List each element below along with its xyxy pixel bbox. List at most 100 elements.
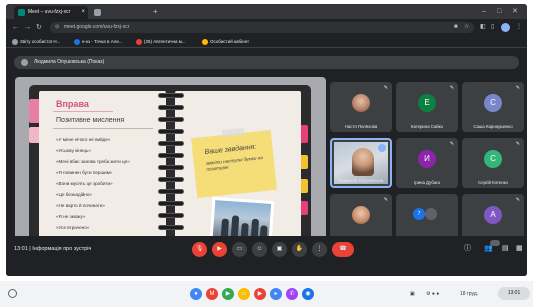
extensions-icon[interactable]: ◧ (480, 22, 486, 33)
participant-avatar: A (484, 206, 502, 224)
bookmark-item[interactable]: е-кз - Точка в Але... (74, 36, 123, 47)
screen-share-tray-icon[interactable]: ▣ (410, 289, 415, 299)
notebook-tab-pink (29, 99, 39, 123)
tab-meet[interactable]: Meet – uvu-fzxj-xcr × (14, 6, 88, 19)
notebook-tab-magenta-2 (301, 201, 308, 215)
sticky-note-body: змініти наступні думки на позитивні (205, 154, 263, 172)
participant-tile[interactable]: ✎ C Сергій Котенко (462, 138, 524, 188)
reload-icon[interactable]: ↻ (36, 22, 42, 33)
mic-muted-icon: ✎ (515, 141, 520, 147)
info-icon[interactable]: ⓘ (464, 244, 471, 254)
bookmark-favicon-icon (136, 39, 142, 45)
participant-avatar: C (484, 150, 502, 168)
participant-tile-speaking[interactable]: Людмила Опушовська (330, 138, 392, 188)
files-app-icon[interactable]: ▭ (238, 288, 250, 300)
sidepanel-icon[interactable]: ▯ (491, 22, 494, 33)
os-taskbar: ● M ▶ ▭ ▶ ▸ ✆ ◉ ▣ ⚙ ● ● 18 груд. 13:01 (0, 281, 533, 307)
participant-name: Сергій Котенко (478, 180, 508, 185)
meeting-clock: 13:01 (14, 246, 28, 252)
emoji-button[interactable]: ☺ (252, 242, 267, 257)
tray-status-icons[interactable]: ⚙ ● ● (426, 289, 439, 299)
chrome-app-icon[interactable]: ● (190, 288, 202, 300)
emoji-icon: ☺ (256, 246, 263, 252)
presenter-bar[interactable]: Людмила Опушовська (Показ) (14, 56, 519, 69)
participant-tile[interactable]: ✎ И Ірина Дубага (396, 138, 458, 188)
bookmark-item[interactable]: (25) Автентична м... (136, 36, 186, 47)
slide-bullet: «Це безнадійно» (56, 192, 92, 197)
minimize-icon[interactable]: – (482, 6, 486, 17)
present-button[interactable]: ▣ (272, 242, 287, 257)
chat-icon[interactable]: ▤ (502, 244, 509, 254)
bookmark-star-icon[interactable]: ☆ (464, 22, 469, 33)
profile-avatar[interactable] (501, 23, 510, 32)
people-icon[interactable]: 👥 (484, 244, 493, 254)
participant-tile[interactable]: ✎ C Саша Карнаушенко (462, 82, 524, 132)
maximize-icon[interactable]: □ (497, 6, 501, 17)
separator: | (29, 246, 31, 252)
presenter-label: Людмила Опушовська (Показ) (34, 59, 105, 65)
launcher-icon[interactable] (8, 289, 17, 298)
address-bar[interactable]: ⊙ meet.google.com/uvu-fzxj-xcr (50, 22, 474, 33)
close-window-icon[interactable]: ✕ (512, 6, 518, 17)
participant-name: Настя Поляхова (344, 124, 378, 129)
speaking-indicator-icon (378, 144, 386, 152)
gmail-app-icon[interactable]: M (206, 288, 218, 300)
participant-avatar (425, 208, 437, 220)
tab-secondary[interactable] (90, 6, 150, 19)
meeting-info-link[interactable]: Інформація про зустріч (32, 246, 91, 252)
participant-name: Катерина Сайко (410, 124, 444, 129)
presentation-stage[interactable]: Вправа Позитивне мислення «У мене нічого… (15, 77, 326, 253)
hand-icon: ✋ (295, 246, 304, 252)
menu-kebab-icon[interactable]: ⋮ (516, 22, 522, 33)
slide-bullet: «Вони мусять це зробити» (56, 181, 113, 186)
bookmark-favicon-icon (12, 39, 18, 45)
participant-tile[interactable]: ✎ E Катерина Сайко (396, 82, 458, 132)
bookmark-label: Особистий кабінет (210, 39, 250, 44)
meet-app-icon[interactable]: ▶ (222, 288, 234, 300)
tray-clock[interactable]: 13:01 (498, 287, 530, 300)
camera-off-button[interactable]: ▶ (212, 242, 227, 257)
ring (158, 105, 184, 110)
slide-title: Вправа (56, 99, 89, 109)
meeting-time-info: 13:01 | Інформація про зустріч (14, 246, 91, 252)
bookmark-item[interactable]: Особистий кабінет (202, 36, 249, 47)
more-options-button[interactable]: ⋮ (312, 242, 327, 257)
tab-strip: Meet – uvu-fzxj-xcr × + – □ ✕ (6, 4, 527, 19)
ring (158, 201, 184, 206)
participant-avatar (352, 206, 370, 224)
camera-in-use-icon[interactable]: ■ (454, 22, 458, 33)
ring (158, 129, 184, 134)
slide-bullet: «Я не зможу» (56, 214, 86, 219)
app-icon[interactable]: ◉ (302, 288, 314, 300)
mic-off-button[interactable]: 🎙 (192, 242, 207, 257)
activities-icon[interactable]: ▦ (516, 244, 523, 254)
participant-avatar: 7 (413, 208, 425, 220)
play-store-app-icon[interactable]: ▸ (270, 288, 282, 300)
leave-call-button[interactable]: ☎ (332, 242, 354, 257)
slide-subtitle: Позитивне мислення (56, 117, 125, 124)
youtube-app-icon[interactable]: ▶ (254, 288, 266, 300)
participant-tile[interactable]: ✎ Настя Поляхова (330, 82, 392, 132)
hang-up-icon: ☎ (339, 246, 347, 252)
new-tab-button[interactable]: + (153, 6, 158, 17)
back-arrow-icon[interactable]: ← (12, 22, 19, 33)
tab-close-icon[interactable]: × (81, 6, 85, 19)
tray-date[interactable]: 18 груд. (460, 289, 478, 299)
captions-button[interactable]: ▭ (232, 242, 247, 257)
notebook-rings (158, 93, 184, 233)
bookmark-item[interactable]: Звіту особистої Н... (12, 36, 60, 47)
participant-avatar: C (484, 94, 502, 112)
forward-arrow-icon[interactable]: → (24, 22, 31, 33)
participant-name: Людмила Опушовська (338, 178, 384, 183)
site-info-icon[interactable]: ⊙ (55, 22, 59, 33)
raise-hand-button[interactable]: ✋ (292, 242, 307, 257)
bookmark-favicon-icon (202, 39, 208, 45)
address-url: meet.google.com/uvu-fzxj-xcr (64, 24, 130, 30)
meet-control-bar: 13:01 | Інформація про зустріч 🎙 ▶ ▭ ☺ ▣… (6, 236, 527, 276)
notebook-tab-yellow (301, 155, 308, 169)
photo-figure (230, 215, 240, 238)
ring (158, 213, 184, 218)
mic-muted-icon: ✎ (449, 141, 454, 147)
bookmark-label: е-кз - Точка в Але... (82, 39, 123, 44)
viber-app-icon[interactable]: ✆ (286, 288, 298, 300)
